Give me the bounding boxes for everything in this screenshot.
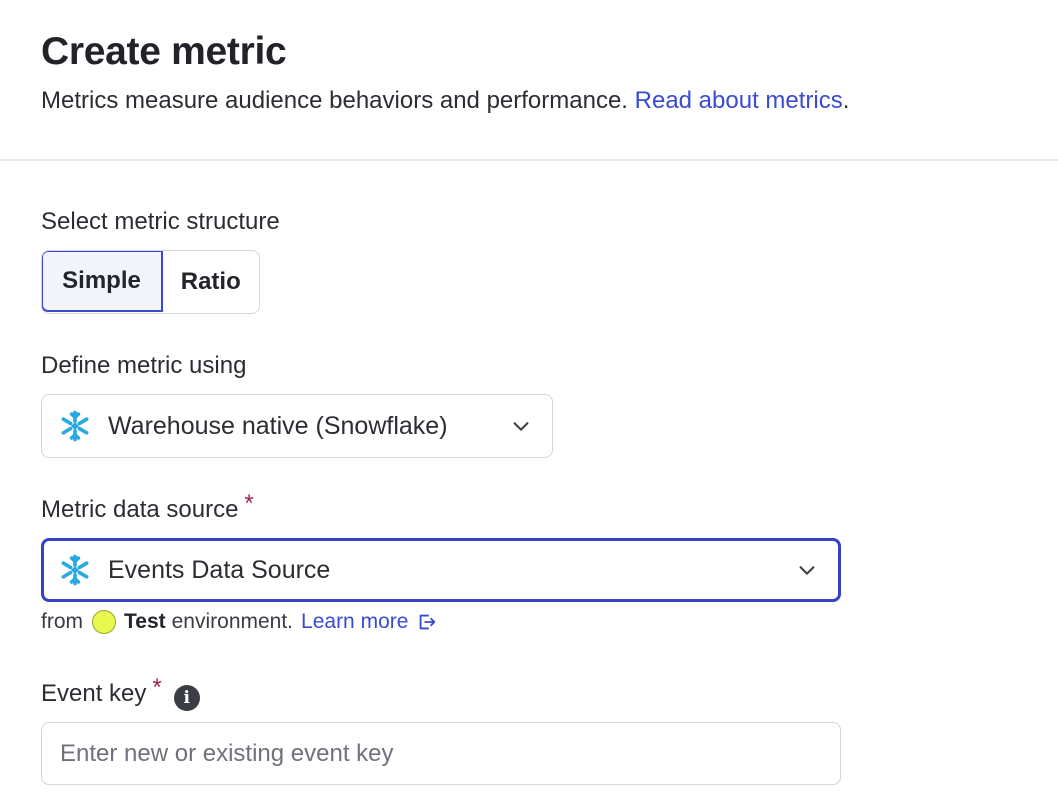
define-metric-label: Define metric using: [41, 352, 247, 379]
data-source-helper: from Test environment. Learn more: [41, 607, 438, 637]
metric-structure-label: Select metric structure: [41, 208, 280, 235]
event-key-label-text: Event key: [41, 680, 147, 707]
data-source-label-text: Metric data source: [41, 496, 239, 523]
required-asterisk: *: [152, 674, 162, 701]
structure-ratio-button[interactable]: Ratio: [163, 251, 260, 313]
environment-name: Test: [124, 610, 166, 633]
external-link-icon: [420, 614, 436, 630]
required-asterisk: *: [244, 490, 254, 517]
define-metric-value: Warehouse native (Snowflake): [108, 411, 448, 440]
learn-more-text: Learn more: [301, 610, 409, 633]
event-key-input[interactable]: [41, 722, 841, 785]
info-icon[interactable]: i: [173, 685, 200, 711]
read-about-metrics-link[interactable]: Read about metrics: [635, 87, 843, 114]
define-metric-select[interactable]: Warehouse native (Snowflake): [41, 394, 553, 458]
data-source-value: Events Data Source: [108, 555, 331, 584]
chevron-down-icon: [513, 422, 529, 431]
snowflake-icon: [61, 554, 89, 586]
page-subtitle: Metrics measure audience behaviors and p…: [41, 86, 849, 116]
event-key-label: Event key * i: [41, 674, 200, 711]
page-title: Create metric: [41, 30, 287, 73]
snowflake-icon: [61, 410, 89, 442]
data-source-select[interactable]: Events Data Source: [41, 538, 841, 602]
page-header: Create metric Metrics measure audience b…: [0, 0, 1058, 161]
helper-environment-text: environment.: [171, 610, 294, 633]
data-source-label: Metric data source *: [41, 490, 254, 525]
subtitle-text: Metrics measure audience behaviors and p…: [41, 87, 628, 114]
learn-more-link[interactable]: Learn more: [301, 607, 438, 637]
structure-simple-button[interactable]: Simple: [42, 251, 163, 312]
metric-structure-toggle: Simple Ratio: [41, 250, 260, 314]
environment-color-dot: [92, 610, 116, 634]
subtitle-suffix: .: [842, 87, 850, 114]
helper-from-text: from: [41, 610, 83, 633]
chevron-down-icon: [799, 566, 815, 575]
